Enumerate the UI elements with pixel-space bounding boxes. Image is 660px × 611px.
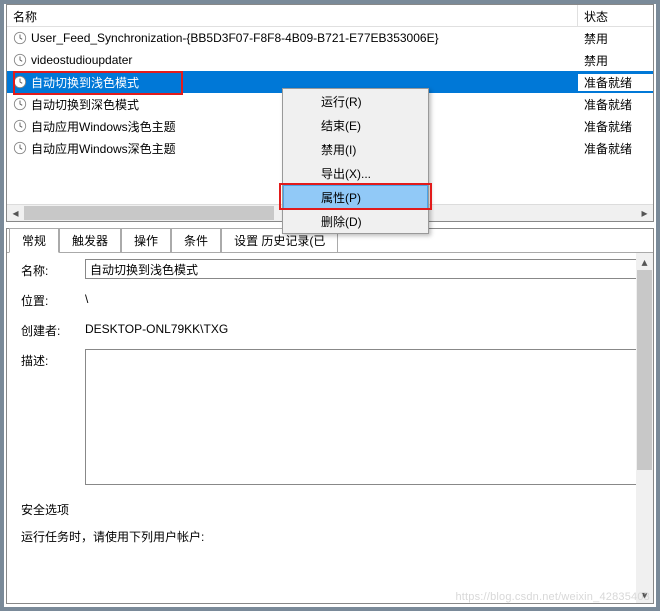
clock-icon	[13, 119, 27, 133]
tab-actions[interactable]: 操作	[121, 228, 171, 252]
context-menu: 运行(R) 结束(E) 禁用(I) 导出(X)... 属性(P) 删除(D)	[282, 88, 429, 234]
scroll-left-icon[interactable]: ◂	[7, 205, 24, 221]
label-description: 描述:	[21, 349, 85, 369]
task-name: videostudioupdater	[31, 53, 132, 67]
task-status: 准备就绪	[578, 74, 653, 91]
menu-disable[interactable]: 禁用(I)	[283, 137, 428, 161]
vertical-scrollbar[interactable]: ▴ ▾	[636, 253, 653, 603]
task-name: 自动切换到浅色模式	[31, 74, 139, 91]
scrollbar-thumb[interactable]	[637, 270, 652, 470]
menu-properties[interactable]: 属性(P)	[283, 185, 428, 209]
label-name: 名称:	[21, 259, 85, 279]
scrollbar-thumb[interactable]	[24, 206, 274, 220]
task-status: 准备就绪	[578, 140, 653, 157]
task-list-header: 名称 状态	[7, 5, 653, 27]
task-status: 禁用	[578, 30, 653, 47]
task-name: 自动切换到深色模式	[31, 96, 139, 113]
tab-conditions[interactable]: 条件	[171, 228, 221, 252]
task-status: 准备就绪	[578, 96, 653, 113]
scroll-right-icon[interactable]: ▸	[636, 205, 653, 221]
clock-icon	[13, 31, 27, 45]
description-field[interactable]	[85, 349, 645, 485]
general-tab-content: 名称: 位置: \ 创建者: DESKTOP-ONL79KK\TXG 描述: 安…	[7, 253, 653, 603]
tab-general[interactable]: 常规	[9, 228, 59, 253]
clock-icon	[13, 141, 27, 155]
scroll-down-icon[interactable]: ▾	[636, 586, 653, 603]
location-value: \	[85, 289, 645, 306]
security-account-label: 运行任务时，请使用下列用户帐户:	[21, 528, 645, 545]
scroll-up-icon[interactable]: ▴	[636, 253, 653, 270]
clock-icon	[13, 53, 27, 67]
menu-end[interactable]: 结束(E)	[283, 113, 428, 137]
clock-icon	[13, 75, 27, 89]
tab-triggers[interactable]: 触发器	[59, 228, 121, 252]
creator-value: DESKTOP-ONL79KK\TXG	[85, 319, 645, 336]
task-status: 准备就绪	[578, 118, 653, 135]
security-options-title: 安全选项	[21, 501, 645, 518]
column-header-name[interactable]: 名称	[7, 5, 578, 26]
task-status: 禁用	[578, 52, 653, 69]
column-header-status[interactable]: 状态	[578, 5, 653, 26]
menu-run[interactable]: 运行(R)	[283, 89, 428, 113]
task-name: 自动应用Windows深色主题	[31, 140, 176, 157]
label-creator: 创建者:	[21, 319, 85, 339]
task-name: User_Feed_Synchronization-{BB5D3F07-F8F8…	[31, 31, 439, 45]
clock-icon	[13, 97, 27, 111]
task-name: 自动应用Windows浅色主题	[31, 118, 176, 135]
task-row[interactable]: videostudioupdater 禁用	[7, 49, 653, 71]
properties-pane: 常规 触发器 操作 条件 设置 历史记录(已 名称: 位置: \ 创建者: DE…	[6, 228, 654, 604]
name-field[interactable]	[85, 259, 645, 279]
menu-export[interactable]: 导出(X)...	[283, 161, 428, 185]
menu-delete[interactable]: 删除(D)	[283, 209, 428, 233]
task-row[interactable]: User_Feed_Synchronization-{BB5D3F07-F8F8…	[7, 27, 653, 49]
label-location: 位置:	[21, 289, 85, 309]
